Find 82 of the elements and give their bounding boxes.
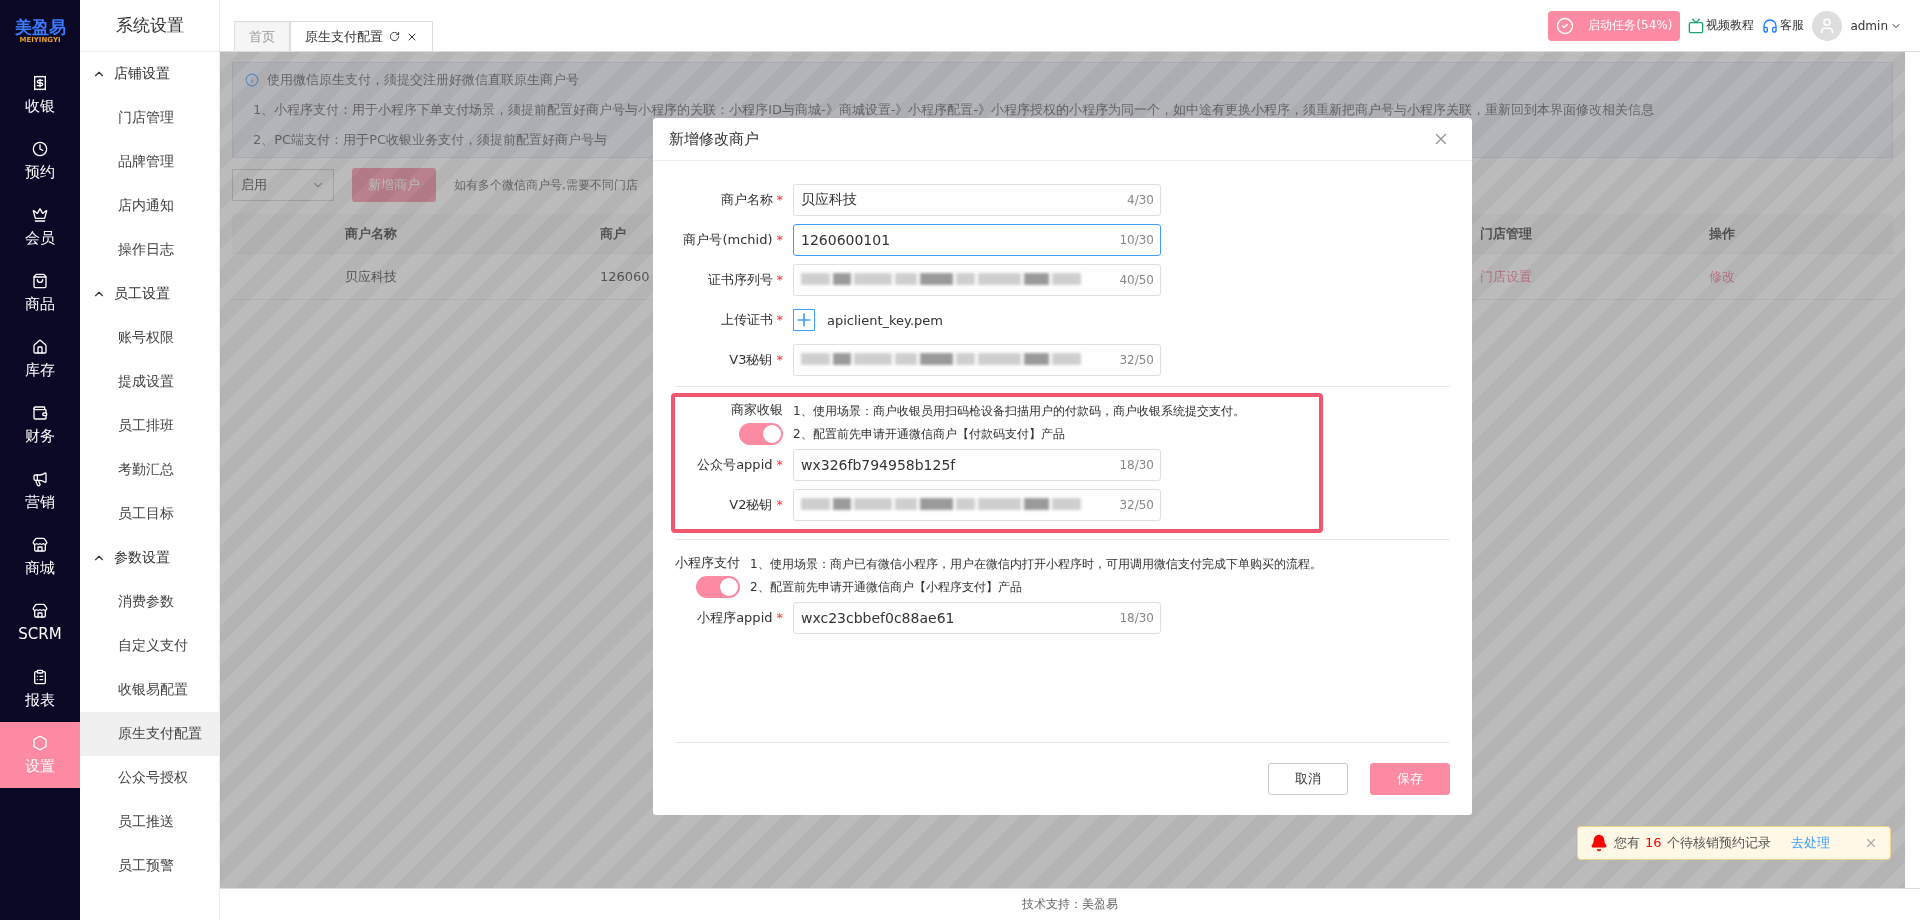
footer-text: 技术支持：美盈易 — [220, 888, 1920, 920]
notice-text: 2、PC端支付：用于PC收银业务支付，须提前配置好商户号与 — [252, 131, 608, 149]
character-count: 4/30 — [1127, 193, 1154, 207]
headphones-icon — [1762, 17, 1779, 34]
field-label: 商户名称 * — [719, 191, 783, 209]
section-label: 小程序支付 — [675, 554, 740, 572]
nav-item[interactable]: 财务 — [0, 392, 80, 458]
input-field[interactable]: 贝应科技 4/30 — [793, 184, 1161, 216]
file-name: apiclient_key.pem — [827, 312, 943, 328]
nav-item[interactable]: 收银 — [0, 62, 80, 128]
submenu-title: 系统设置 — [80, 0, 219, 52]
clipboard-icon — [32, 668, 48, 685]
input-field[interactable]: 32/50 — [793, 344, 1161, 376]
table-cell: 126060 — [600, 269, 650, 284]
menu-group[interactable]: 店铺设置 — [80, 52, 219, 96]
bag-icon — [32, 272, 48, 289]
info-icon — [245, 73, 259, 87]
store-icon — [32, 603, 48, 619]
column-header: 商户 — [600, 224, 626, 243]
wallet-icon — [32, 404, 48, 421]
character-count: 32/50 — [1119, 498, 1154, 512]
video-tutorial-link[interactable]: 视频教程 — [1688, 17, 1755, 34]
column-header: 门店管理 — [1480, 224, 1532, 243]
nav-item[interactable]: 商品 — [0, 260, 80, 326]
check-circle-icon — [1556, 16, 1575, 35]
column-header: 商户名称 — [345, 224, 397, 243]
bell-icon — [1590, 834, 1608, 852]
page-tab[interactable]: 原生支付配置 — [290, 21, 433, 51]
input-field[interactable]: 40/50 — [793, 264, 1161, 296]
receipt-icon — [32, 74, 48, 91]
upload-icon[interactable] — [793, 309, 815, 331]
hexagon-icon — [32, 734, 48, 751]
tv-icon — [1688, 17, 1705, 34]
nav-item[interactable]: 报表 — [0, 656, 80, 722]
hint-text: 如有多个微信商户号,需要不同门店 — [454, 176, 638, 194]
character-count: 40/50 — [1119, 273, 1154, 287]
nav-item[interactable]: 会员 — [0, 194, 80, 260]
character-count: 18/30 — [1119, 611, 1154, 625]
description-text: 2、配置前先申请开通微信商户【付款码支付】产品 — [793, 426, 1066, 443]
dialog-title: 新增修改商户 — [669, 129, 759, 149]
toggle-switch[interactable] — [696, 576, 740, 598]
field-label: 上传证书 * — [719, 311, 783, 329]
nav-item[interactable]: 库存 — [0, 326, 80, 392]
nav-item[interactable]: 商城 — [0, 524, 80, 590]
reminder-text: 您有 16 个待核销预约记录 — [1614, 834, 1771, 852]
field-label: V2秘钥 * — [728, 496, 783, 514]
input-field[interactable]: 32/50 — [793, 489, 1161, 521]
input-field[interactable]: wx326fb794958b125f 18/30 — [793, 449, 1161, 481]
cancel-button[interactable]: 取消 — [1268, 763, 1348, 795]
section-label: 商家收银 — [731, 401, 783, 419]
field-label: V3秘钥 * — [728, 351, 783, 369]
toggle-switch[interactable] — [739, 423, 783, 445]
menu-group[interactable]: 员工设置 — [80, 272, 219, 316]
input-field[interactable]: wxc23cbbef0c88ae61 18/30 — [793, 602, 1161, 634]
description-text: 1、使用场景：商户已有微信小程序，用户在微信内打开小程序时，可用调用微信支付完成下单购买的流程。 — [750, 556, 1322, 573]
table-cell: 贝应科技 — [345, 267, 397, 286]
clock-icon — [32, 140, 48, 157]
field-label: 证书序列号 * — [706, 271, 783, 289]
character-count: 32/50 — [1119, 353, 1154, 367]
megaphone-icon — [32, 470, 48, 487]
nav-item[interactable]: SCRM — [0, 590, 80, 656]
input-field[interactable]: 1260600101 10/30 — [793, 224, 1161, 256]
nav-item[interactable]: 营销 — [0, 458, 80, 524]
field-label: 小程序appid * — [696, 609, 783, 627]
field-label: 商户号(mchid) * — [682, 231, 783, 249]
submenu-item[interactable]: 原生支付配置 — [80, 712, 219, 756]
status-select[interactable]: 启用 — [232, 169, 334, 201]
notice-title: 使用微信原生支付，须提交注册好微信直联原生商户号 — [267, 71, 579, 89]
nav-item[interactable]: 预约 — [0, 128, 80, 194]
user-menu[interactable]: admin — [1850, 18, 1902, 33]
crown-icon — [32, 206, 48, 223]
field-label: 公众号appid * — [696, 456, 783, 474]
character-count: 10/30 — [1119, 233, 1154, 247]
character-count: 18/30 — [1119, 458, 1154, 472]
support-link[interactable]: 客服 — [1762, 17, 1805, 34]
refresh-icon[interactable] — [389, 31, 400, 42]
house-icon — [32, 338, 48, 355]
store-icon — [32, 536, 48, 553]
description-text: 2、配置前先申请开通微信商户【小程序支付】产品 — [750, 579, 1023, 596]
description-text: 1、使用场景：商户收银员用扫码枪设备扫描用户的付款码，商户收银系统提交支付。 — [793, 403, 1245, 420]
menu-group[interactable]: 参数设置 — [80, 536, 219, 580]
column-header: 操作 — [1709, 224, 1735, 243]
